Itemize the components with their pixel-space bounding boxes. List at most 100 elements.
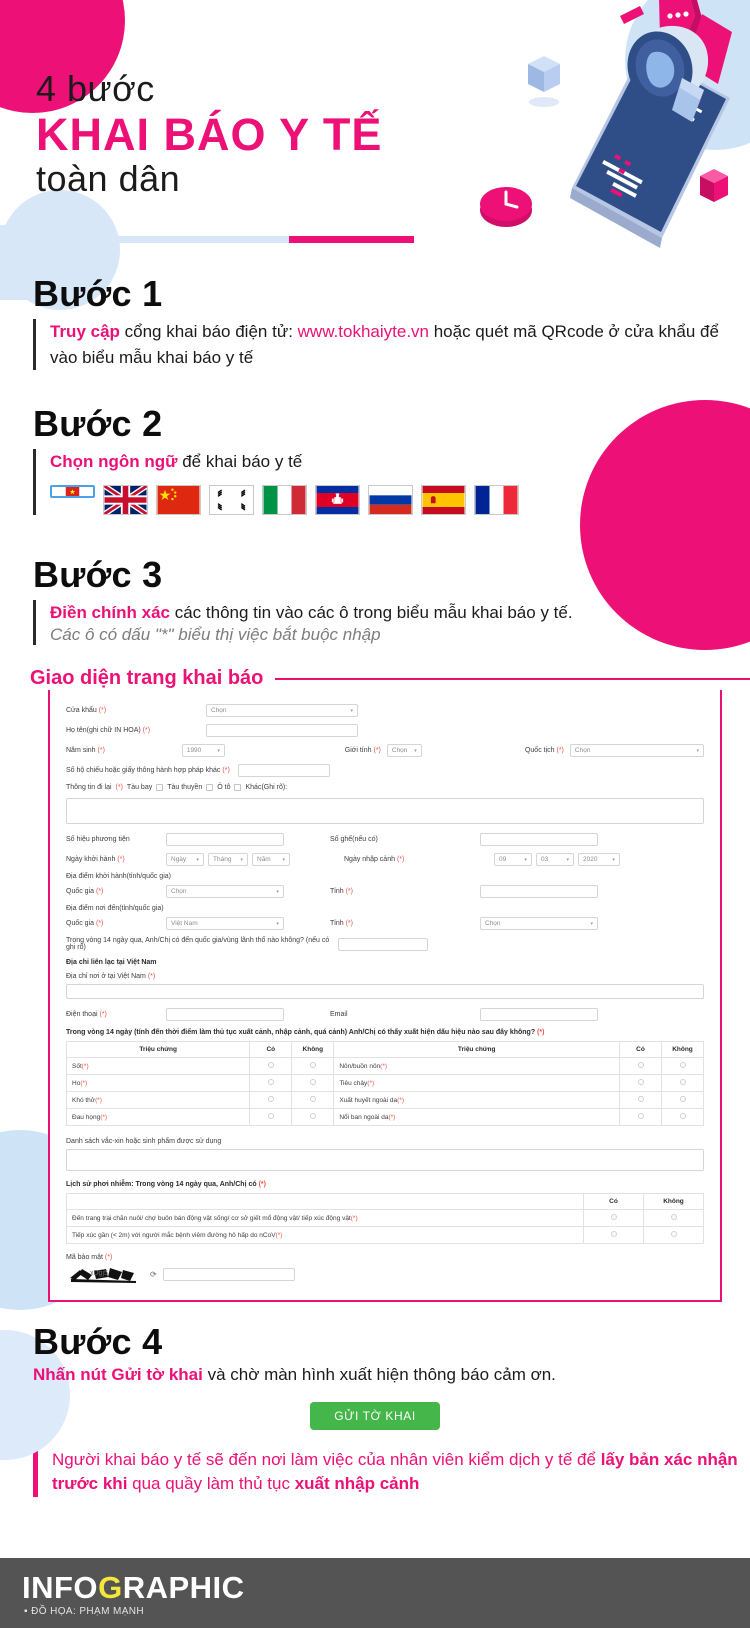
radio-yes[interactable] (267, 1096, 274, 1102)
radio-cell[interactable] (583, 1209, 644, 1227)
radio-cell[interactable] (583, 1226, 644, 1244)
radio-no[interactable] (679, 1062, 686, 1068)
select-quoc-gia-noi-den[interactable]: Việt Nam ▾ (166, 917, 284, 930)
radio-no[interactable] (670, 1214, 677, 1220)
wordmark-accent: G (98, 1570, 123, 1605)
radio-no[interactable] (679, 1096, 686, 1102)
radio-no[interactable] (679, 1113, 686, 1119)
radio-no[interactable] (670, 1231, 677, 1237)
closing-note: Người khai báo y tế sẽ đến nơi làm việc … (0, 1447, 750, 1497)
radio-yes[interactable] (637, 1062, 644, 1068)
input-ho-ten[interactable] (206, 724, 358, 737)
step-3-lead: Điền chính xác (50, 602, 170, 622)
south-korea-flag[interactable] (209, 484, 254, 515)
option-label-o-to: Ô tô (217, 784, 231, 791)
select-ngay-nhap-canh-month[interactable]: 03 ▾ (536, 853, 574, 866)
select-tinh-noi-den[interactable]: Chọn ▾ (480, 917, 598, 930)
radio-cell[interactable] (661, 1108, 704, 1126)
table-row: Ho(*) Tiêu chảy(*) (65, 1074, 704, 1092)
input-dien-thoai[interactable] (166, 1008, 284, 1021)
chevron-down-icon: ▾ (350, 707, 353, 714)
checkbox-tau-bay[interactable] (156, 784, 164, 791)
radio-cell[interactable] (619, 1091, 662, 1109)
radio-yes[interactable] (267, 1113, 274, 1119)
input-captcha[interactable] (162, 1267, 295, 1281)
radio-cell[interactable] (661, 1091, 704, 1109)
label-trong-vong-14: Trong vòng 14 ngày qua, Anh/Chị có đến q… (66, 937, 330, 951)
radio-cell[interactable] (619, 1074, 662, 1092)
russia-flag[interactable] (368, 484, 413, 515)
select-nam-sinh[interactable]: 1990 ▾ (181, 744, 225, 757)
radio-no[interactable] (679, 1079, 686, 1085)
select-ngay-khoi-hanh-month[interactable]: Tháng ▾ (208, 853, 248, 866)
textarea-vaccine-list[interactable] (66, 1149, 704, 1171)
radio-yes[interactable] (637, 1096, 644, 1102)
radio-cell[interactable] (291, 1057, 335, 1075)
cambodia-flag[interactable] (315, 484, 360, 515)
input-dia-chi-noi-o[interactable] (66, 984, 704, 999)
step-3-note: Các ô có dấu "*" biểu thị việc bắt buộc … (50, 625, 381, 644)
textarea-travel-details[interactable] (66, 798, 704, 824)
input-so-ghe[interactable] (480, 833, 598, 846)
radio-yes[interactable] (610, 1231, 617, 1237)
radio-cell[interactable] (249, 1074, 293, 1092)
required-mark: (*) (373, 747, 381, 754)
label-tinh-kh: Tỉnh (330, 888, 344, 895)
table-row: Đến trang trại chăn nuôi/ chợ buôn bán đ… (66, 1209, 704, 1227)
radio-yes[interactable] (267, 1079, 274, 1085)
radio-no[interactable] (309, 1113, 316, 1119)
italy-flag[interactable] (262, 484, 307, 515)
required-mark: (*) (142, 727, 151, 734)
radio-cell[interactable] (661, 1057, 704, 1075)
radio-no[interactable] (309, 1096, 316, 1102)
label-quoc-tich: Quốc tịch (524, 747, 555, 754)
label-email: Email (330, 1011, 348, 1018)
exposure-table: Có Không Đến trang trại chăn nuôi/ chợ b… (66, 1193, 704, 1244)
uk-flag[interactable] (103, 484, 148, 515)
step-2-accent-bar (33, 449, 36, 515)
radio-cell[interactable] (661, 1074, 704, 1092)
radio-cell[interactable] (249, 1091, 293, 1109)
submit-declaration-button[interactable]: GỬI TỜ KHAI (310, 1401, 440, 1430)
radio-no[interactable] (309, 1062, 316, 1068)
radio-yes[interactable] (267, 1062, 274, 1068)
radio-cell[interactable] (643, 1209, 704, 1227)
exposure-col-0 (66, 1193, 584, 1210)
step-1-link[interactable]: www.tokhaiyte.vn (298, 322, 429, 341)
checkbox-tau-thuyen[interactable] (206, 784, 214, 791)
checkbox-o-to[interactable] (234, 784, 242, 791)
select-ngay-nhap-canh-year[interactable]: 2020 ▾ (578, 853, 620, 866)
select-ngay-khoi-hanh-day[interactable]: Ngày ▾ (166, 853, 204, 866)
radio-cell[interactable] (249, 1057, 293, 1075)
input-ho-chieu[interactable] (238, 764, 330, 777)
radio-yes[interactable] (637, 1113, 644, 1119)
radio-cell[interactable] (249, 1108, 293, 1126)
field-row-vehicle-seat: Số hiệu phương tiện Số ghế(nếu có) (66, 833, 704, 846)
radio-yes[interactable] (610, 1214, 617, 1220)
input-tinh-khoi-hanh[interactable] (480, 885, 598, 898)
radio-no[interactable] (309, 1079, 316, 1085)
select-gioi-tinh[interactable]: Chọn ▾ (386, 744, 422, 757)
step-2: Bước 2 Chọn ngôn ngữ để khai báo y tế (0, 406, 750, 515)
select-ngay-khoi-hanh-year[interactable]: Năm ▾ (252, 853, 290, 866)
input-email[interactable] (480, 1008, 598, 1021)
china-flag[interactable] (156, 484, 201, 515)
select-quoc-tich[interactable]: Chọn ▾ (569, 744, 704, 757)
input-so-hieu[interactable] (166, 833, 284, 846)
select-quoc-gia-khoi-hanh[interactable]: Chọn ▾ (166, 885, 284, 898)
select-cua-khau[interactable]: Chọn ▾ (206, 704, 358, 717)
spain-flag[interactable] (421, 484, 466, 515)
radio-cell[interactable] (291, 1074, 335, 1092)
label-dia-chi-noi-o: Địa chỉ nơi ở tại Việt Nam (*) (66, 973, 704, 980)
france-flag[interactable] (474, 484, 519, 515)
radio-cell[interactable] (291, 1091, 335, 1109)
input-countries-visited[interactable] (338, 937, 428, 951)
radio-cell[interactable] (619, 1057, 662, 1075)
refresh-captcha-icon[interactable]: ⟳ (150, 1270, 157, 1279)
radio-cell[interactable] (619, 1108, 662, 1126)
radio-cell[interactable] (643, 1226, 704, 1244)
radio-yes[interactable] (637, 1079, 644, 1085)
vietnam-flag[interactable] (50, 484, 95, 498)
radio-cell[interactable] (291, 1108, 335, 1126)
select-ngay-nhap-canh-day[interactable]: 09 ▾ (494, 853, 532, 866)
